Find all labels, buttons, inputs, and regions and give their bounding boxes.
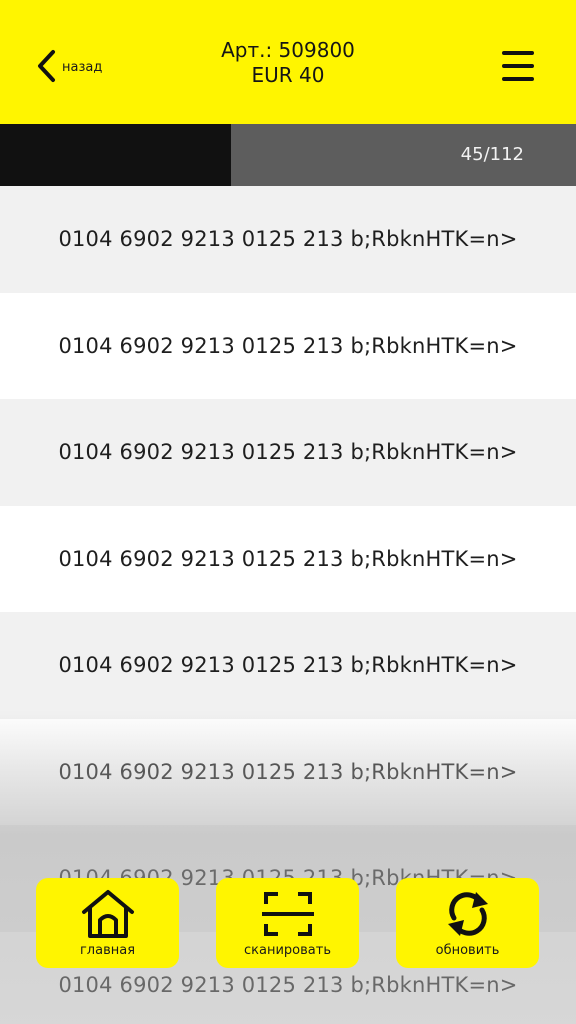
back-label: назад	[62, 59, 103, 75]
tab-refresh-label: обновить	[435, 943, 500, 958]
chevron-left-icon	[38, 50, 55, 82]
tab-home[interactable]: главная	[36, 878, 179, 968]
menu-button[interactable]	[498, 46, 538, 86]
home-icon	[81, 890, 134, 938]
refresh-icon	[447, 892, 488, 936]
header-bar: назад Арт.: 509800 EUR 40	[0, 0, 576, 124]
tab-refresh[interactable]: обновить	[396, 878, 539, 968]
list-item[interactable]: 0104 6902 9213 0125 213 b;RbknHTK=n>	[0, 612, 576, 719]
list-item[interactable]: 0104 6902 9213 0125 213 b;RbknHTK=n>	[0, 292, 576, 399]
bottom-tab-bar: главная сканировать обновить	[0, 878, 576, 968]
scan-icon	[261, 892, 314, 936]
back-button[interactable]: назад	[34, 46, 102, 86]
tab-home-label: главная	[79, 943, 136, 958]
tab-scan[interactable]: сканировать	[216, 878, 359, 968]
list-item[interactable]: 0104 6902 9213 0125 213 b;RbknHTK=n>	[0, 186, 576, 293]
article-number: Арт.: 509800	[221, 38, 355, 62]
product-title: Арт.: 509800 EUR 40	[188, 38, 388, 88]
tab-scan-label: сканировать	[244, 943, 331, 958]
list-item[interactable]: 0104 6902 9213 0125 213 b;RbknHTK=n>	[0, 718, 576, 825]
list-item[interactable]: 0104 6902 9213 0125 213 b;RbknHTK=n>	[0, 399, 576, 506]
progress-fill	[0, 124, 232, 186]
scan-progress-bar: 45/112	[0, 124, 576, 186]
product-price: EUR 40	[251, 63, 325, 87]
progress-counter: 45/112	[460, 144, 524, 165]
list-item[interactable]: 0104 6902 9213 0125 213 b;RbknHTK=n>	[0, 505, 576, 612]
